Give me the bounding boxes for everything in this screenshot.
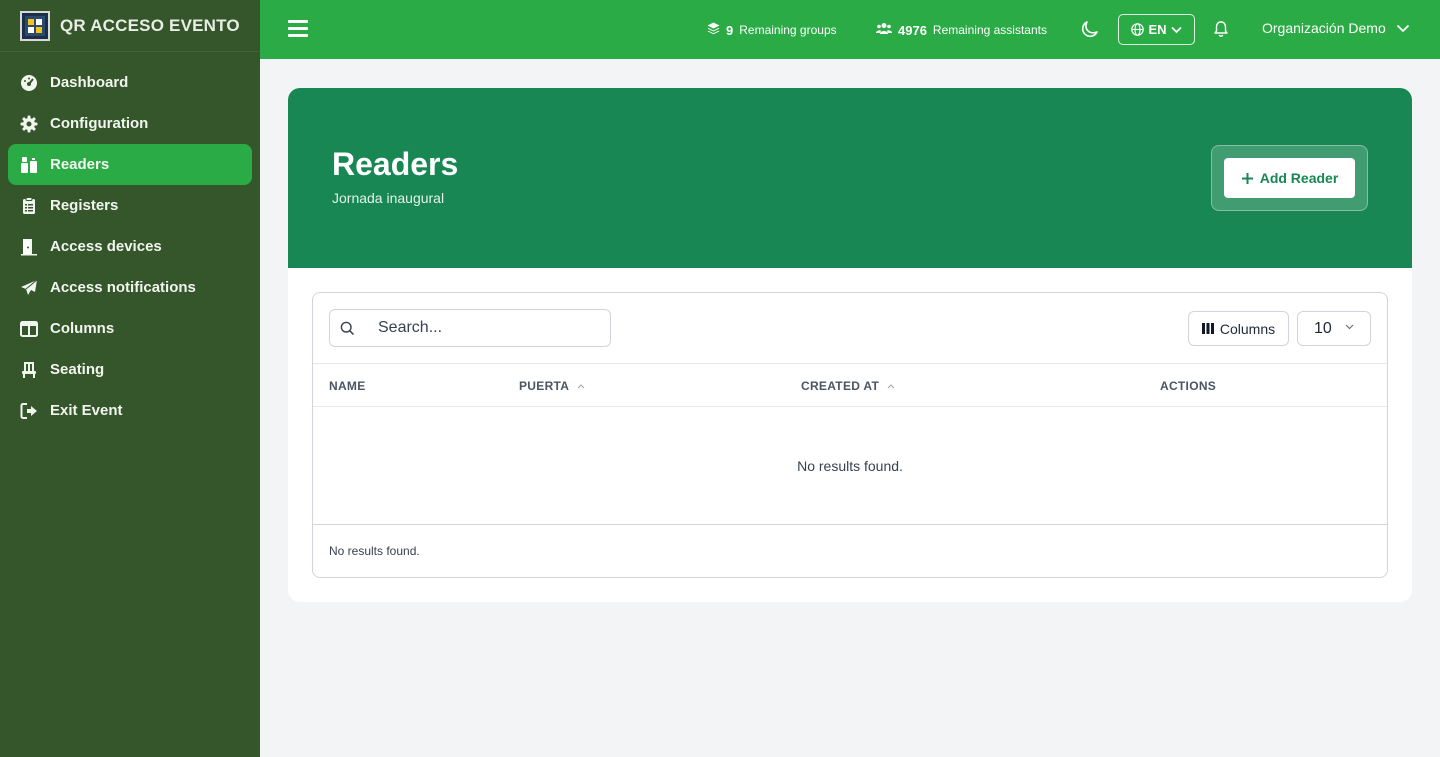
sort-up-icon xyxy=(887,383,895,389)
plus-icon xyxy=(1241,172,1254,185)
column-header-label: NAME xyxy=(329,379,366,393)
users-icon xyxy=(876,22,892,38)
sidebar-item-access-notifications[interactable]: Access notifications xyxy=(8,267,252,308)
remaining-groups-label: Remaining groups xyxy=(739,23,837,37)
search-field[interactable] xyxy=(329,309,611,347)
clipboard-icon xyxy=(20,196,38,215)
columns-icon xyxy=(20,320,38,338)
column-header-created-at[interactable]: CREATED AT xyxy=(801,379,895,393)
globe-icon xyxy=(1131,23,1145,36)
remaining-assistants: 4976 Remaining assistants xyxy=(876,22,1047,38)
sidebar-item-label: Dashboard xyxy=(50,74,129,91)
add-reader-container: Add Reader xyxy=(1211,145,1368,211)
empty-state: No results found. xyxy=(313,407,1387,525)
topbar: 9 Remaining groups 4976 Remaining assist… xyxy=(260,0,1440,59)
moon-icon xyxy=(1080,21,1100,43)
page-subtitle: Jornada inaugural xyxy=(332,190,445,206)
per-page-value: 10 xyxy=(1314,319,1332,337)
readers-card: Readers Jornada inaugural Add Reader Col… xyxy=(288,88,1412,602)
columns-button[interactable]: Columns xyxy=(1188,311,1289,346)
columns-button-label: Columns xyxy=(1219,320,1276,337)
sort-up-icon xyxy=(577,383,585,389)
language-label: EN xyxy=(1148,22,1167,37)
dark-mode-toggle[interactable] xyxy=(1080,19,1100,39)
sidebar-item-label: Registers xyxy=(50,197,119,214)
sidebar-item-label: Configuration xyxy=(50,115,149,132)
sidebar-item-columns[interactable]: Columns xyxy=(8,308,252,349)
organization-menu[interactable]: Organización Demo xyxy=(1262,20,1410,36)
sidebar-nav: Dashboard Configuration Readers Register… xyxy=(0,52,260,431)
remaining-groups: 9 Remaining groups xyxy=(707,22,837,38)
search-input[interactable] xyxy=(378,319,598,337)
sidebar-item-label: Exit Event xyxy=(50,402,123,419)
column-header-actions: ACTIONS xyxy=(1160,379,1216,393)
readers-icon xyxy=(20,156,38,174)
column-header-label: ACTIONS xyxy=(1160,379,1217,393)
table-footer-info: No results found. xyxy=(329,544,420,558)
page-header: Readers Jornada inaugural Add Reader xyxy=(288,88,1412,268)
column-header-label: PUERTA xyxy=(519,379,570,393)
sidebar-item-registers[interactable]: Registers xyxy=(8,185,252,226)
brand[interactable]: QR ACCESO EVENTO xyxy=(0,0,260,52)
column-header-label: CREATED AT xyxy=(801,379,880,393)
language-selector[interactable]: EN xyxy=(1118,14,1195,45)
columns-icon xyxy=(1201,323,1214,334)
page-title: Readers xyxy=(332,146,459,182)
add-reader-label: Add Reader xyxy=(1259,170,1339,186)
layers-icon xyxy=(707,22,720,38)
gear-icon xyxy=(20,115,38,133)
chevron-down-icon xyxy=(1345,324,1354,330)
door-icon xyxy=(20,238,38,256)
chevron-down-icon xyxy=(1170,26,1182,34)
column-header-puerta[interactable]: PUERTA xyxy=(519,379,585,393)
sidebar-item-label: Access devices xyxy=(50,238,162,255)
search-icon xyxy=(340,321,355,336)
per-page-select[interactable]: 10 xyxy=(1297,311,1371,346)
chevron-down-icon xyxy=(1396,24,1410,33)
add-reader-button[interactable]: Add Reader xyxy=(1224,158,1355,198)
bell-icon xyxy=(1212,21,1230,42)
readers-table: Columns 10 NAME PUERTA CREATED AT xyxy=(312,292,1388,578)
sidebar-item-label: Columns xyxy=(50,320,115,337)
remaining-assistants-label: Remaining assistants xyxy=(932,23,1047,37)
organization-name: Organización Demo xyxy=(1262,20,1386,36)
remaining-assistants-count: 4976 xyxy=(898,22,927,38)
column-header-name[interactable]: NAME xyxy=(329,379,366,393)
dashboard-icon xyxy=(20,74,38,92)
sidebar-item-configuration[interactable]: Configuration xyxy=(8,103,252,144)
sidebar-item-seating[interactable]: Seating xyxy=(8,349,252,390)
notifications-button[interactable] xyxy=(1212,20,1230,38)
app-logo-icon xyxy=(20,10,50,41)
menu-toggle-icon[interactable] xyxy=(288,20,308,38)
sidebar-item-label: Seating xyxy=(50,361,105,378)
sidebar: QR ACCESO EVENTO Dashboard Configuration… xyxy=(0,0,260,757)
sidebar-item-readers[interactable]: Readers xyxy=(8,144,252,185)
sidebar-item-dashboard[interactable]: Dashboard xyxy=(8,62,252,103)
sidebar-item-label: Access notifications xyxy=(50,279,196,296)
exit-icon xyxy=(20,402,38,420)
sidebar-item-label: Readers xyxy=(50,156,110,173)
remaining-groups-count: 9 xyxy=(726,22,734,38)
sidebar-item-access-devices[interactable]: Access devices xyxy=(8,226,252,267)
chair-icon xyxy=(20,361,38,379)
table-header: NAME PUERTA CREATED AT ACTIONS xyxy=(313,363,1387,407)
paper-plane-icon xyxy=(20,279,38,297)
sidebar-item-exit-event[interactable]: Exit Event xyxy=(8,390,252,431)
app-title: QR ACCESO EVENTO xyxy=(60,15,240,35)
